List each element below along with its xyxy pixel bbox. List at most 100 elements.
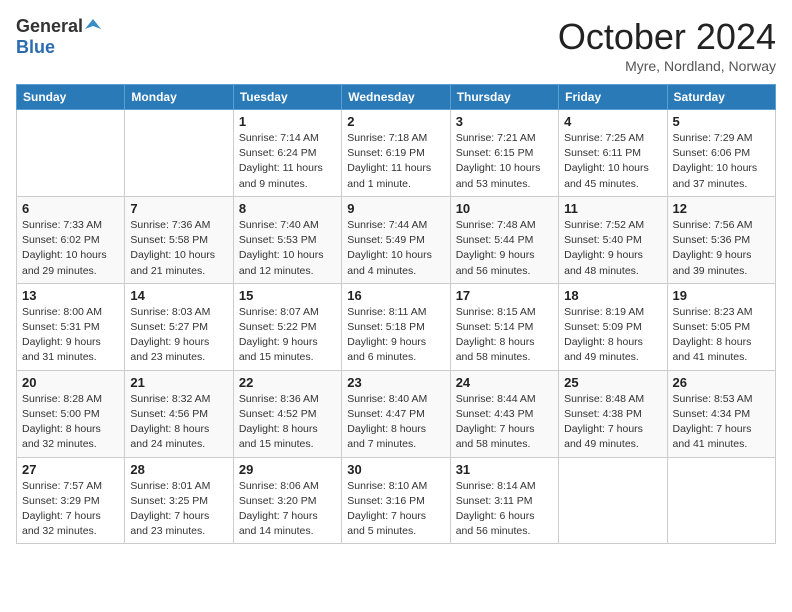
weekday-header-sunday: Sunday	[17, 85, 125, 110]
day-number: 17	[456, 288, 553, 303]
calendar-cell: 2Sunrise: 7:18 AM Sunset: 6:19 PM Daylig…	[342, 110, 450, 197]
day-info: Sunrise: 8:03 AM Sunset: 5:27 PM Dayligh…	[130, 305, 227, 366]
calendar-cell: 5 Sunrise: 7:29 AM Sunset: 6:06 PM Daylig…	[667, 110, 775, 197]
day-number: 22	[239, 375, 336, 390]
day-info: Sunrise: 7:44 AM Sunset: 5:49 PM Dayligh…	[347, 218, 444, 279]
day-number: 11	[564, 201, 661, 216]
day-info: Sunrise: 8:40 AM Sunset: 4:47 PM Dayligh…	[347, 392, 444, 453]
day-info: Sunrise: 8:23 AM Sunset: 5:05 PM Dayligh…	[673, 305, 770, 366]
day-number: 6	[22, 201, 119, 216]
calendar-cell: 9 Sunrise: 7:44 AM Sunset: 5:49 PM Daylig…	[342, 196, 450, 283]
day-info: Sunrise: 7:40 AM Sunset: 5:53 PM Dayligh…	[239, 218, 336, 279]
calendar-cell: 6 Sunrise: 7:33 AM Sunset: 6:02 PM Daylig…	[17, 196, 125, 283]
day-info: Sunrise: 8:36 AM Sunset: 4:52 PM Dayligh…	[239, 392, 336, 453]
day-number: 14	[130, 288, 227, 303]
day-info: Sunrise: 8:07 AM Sunset: 5:22 PM Dayligh…	[239, 305, 336, 366]
calendar-cell: 22 Sunrise: 8:36 AM Sunset: 4:52 PM Dayli…	[233, 370, 341, 457]
calendar-cell: 11 Sunrise: 7:52 AM Sunset: 5:40 PM Dayli…	[559, 196, 667, 283]
calendar-header: SundayMondayTuesdayWednesdayThursdayFrid…	[17, 85, 776, 110]
day-number: 4	[564, 114, 661, 129]
day-info: Sunrise: 7:29 AM Sunset: 6:06 PM Dayligh…	[673, 131, 770, 192]
day-number: 25	[564, 375, 661, 390]
day-info: Sunrise: 7:48 AM Sunset: 5:44 PM Dayligh…	[456, 218, 553, 279]
day-info: Sunrise: 8:53 AM Sunset: 4:34 PM Dayligh…	[673, 392, 770, 453]
day-number: 7	[130, 201, 227, 216]
calendar-cell	[125, 110, 233, 197]
day-number: 1	[239, 114, 336, 129]
day-info: Sunrise: 8:14 AM Sunset: 3:11 PM Dayligh…	[456, 479, 553, 540]
weekday-header-saturday: Saturday	[667, 85, 775, 110]
calendar-cell: 26Sunrise: 8:53 AM Sunset: 4:34 PM Dayli…	[667, 370, 775, 457]
day-number: 5	[673, 114, 770, 129]
calendar-cell: 23 Sunrise: 8:40 AM Sunset: 4:47 PM Dayli…	[342, 370, 450, 457]
calendar-cell: 1 Sunrise: 7:14 AM Sunset: 6:24 PM Daylig…	[233, 110, 341, 197]
logo-blue-text: Blue	[16, 37, 55, 58]
day-number: 3	[456, 114, 553, 129]
day-info: Sunrise: 7:52 AM Sunset: 5:40 PM Dayligh…	[564, 218, 661, 279]
day-info: Sunrise: 7:36 AM Sunset: 5:58 PM Dayligh…	[130, 218, 227, 279]
calendar-cell: 7 Sunrise: 7:36 AM Sunset: 5:58 PM Daylig…	[125, 196, 233, 283]
day-info: Sunrise: 8:01 AM Sunset: 3:25 PM Dayligh…	[130, 479, 227, 540]
month-title: October 2024	[558, 16, 776, 58]
day-info: Sunrise: 7:25 AM Sunset: 6:11 PM Dayligh…	[564, 131, 661, 192]
day-number: 27	[22, 462, 119, 477]
weekday-header-friday: Friday	[559, 85, 667, 110]
day-number: 19	[673, 288, 770, 303]
day-number: 21	[130, 375, 227, 390]
day-number: 2	[347, 114, 444, 129]
day-info: Sunrise: 8:32 AM Sunset: 4:56 PM Dayligh…	[130, 392, 227, 453]
day-number: 13	[22, 288, 119, 303]
calendar-cell: 12Sunrise: 7:56 AM Sunset: 5:36 PM Dayli…	[667, 196, 775, 283]
weekday-header-monday: Monday	[125, 85, 233, 110]
day-info: Sunrise: 8:11 AM Sunset: 5:18 PM Dayligh…	[347, 305, 444, 366]
calendar-cell: 14 Sunrise: 8:03 AM Sunset: 5:27 PM Dayli…	[125, 283, 233, 370]
day-number: 28	[130, 462, 227, 477]
day-number: 23	[347, 375, 444, 390]
day-info: Sunrise: 8:19 AM Sunset: 5:09 PM Dayligh…	[564, 305, 661, 366]
day-number: 31	[456, 462, 553, 477]
weekday-header-tuesday: Tuesday	[233, 85, 341, 110]
page-header: General Blue October 2024 Myre, Nordland…	[16, 16, 776, 74]
day-number: 9	[347, 201, 444, 216]
logo-bird-icon	[85, 17, 101, 33]
calendar-cell: 3Sunrise: 7:21 AM Sunset: 6:15 PM Daylig…	[450, 110, 558, 197]
day-number: 29	[239, 462, 336, 477]
day-number: 30	[347, 462, 444, 477]
calendar-cell: 4 Sunrise: 7:25 AM Sunset: 6:11 PM Daylig…	[559, 110, 667, 197]
day-number: 15	[239, 288, 336, 303]
day-info: Sunrise: 7:33 AM Sunset: 6:02 PM Dayligh…	[22, 218, 119, 279]
calendar-cell: 17 Sunrise: 8:15 AM Sunset: 5:14 PM Dayli…	[450, 283, 558, 370]
weekday-header-thursday: Thursday	[450, 85, 558, 110]
day-info: Sunrise: 8:28 AM Sunset: 5:00 PM Dayligh…	[22, 392, 119, 453]
day-info: Sunrise: 8:06 AM Sunset: 3:20 PM Dayligh…	[239, 479, 336, 540]
day-info: Sunrise: 8:10 AM Sunset: 3:16 PM Dayligh…	[347, 479, 444, 540]
title-block: October 2024 Myre, Nordland, Norway	[558, 16, 776, 74]
day-info: Sunrise: 8:15 AM Sunset: 5:14 PM Dayligh…	[456, 305, 553, 366]
calendar-cell: 8Sunrise: 7:40 AM Sunset: 5:53 PM Daylig…	[233, 196, 341, 283]
day-number: 10	[456, 201, 553, 216]
calendar-cell: 21 Sunrise: 8:32 AM Sunset: 4:56 PM Dayli…	[125, 370, 233, 457]
logo-general-text: General	[16, 16, 83, 37]
calendar-cell: 27 Sunrise: 7:57 AM Sunset: 3:29 PM Dayli…	[17, 457, 125, 544]
calendar-table: SundayMondayTuesdayWednesdayThursdayFrid…	[16, 84, 776, 544]
calendar-cell: 10 Sunrise: 7:48 AM Sunset: 5:44 PM Dayli…	[450, 196, 558, 283]
calendar-cell: 15 Sunrise: 8:07 AM Sunset: 5:22 PM Dayli…	[233, 283, 341, 370]
calendar-cell: 28 Sunrise: 8:01 AM Sunset: 3:25 PM Dayli…	[125, 457, 233, 544]
day-info: Sunrise: 7:56 AM Sunset: 5:36 PM Dayligh…	[673, 218, 770, 279]
day-number: 24	[456, 375, 553, 390]
day-info: Sunrise: 7:14 AM Sunset: 6:24 PM Dayligh…	[239, 131, 336, 192]
day-number: 18	[564, 288, 661, 303]
calendar-cell: 25 Sunrise: 8:48 AM Sunset: 4:38 PM Dayli…	[559, 370, 667, 457]
location-text: Myre, Nordland, Norway	[558, 58, 776, 74]
calendar-cell: 20Sunrise: 8:28 AM Sunset: 5:00 PM Dayli…	[17, 370, 125, 457]
calendar-cell: 29 Sunrise: 8:06 AM Sunset: 3:20 PM Dayli…	[233, 457, 341, 544]
calendar-cell	[17, 110, 125, 197]
calendar-cell: 31 Sunrise: 8:14 AM Sunset: 3:11 PM Dayli…	[450, 457, 558, 544]
day-info: Sunrise: 7:57 AM Sunset: 3:29 PM Dayligh…	[22, 479, 119, 540]
day-info: Sunrise: 8:00 AM Sunset: 5:31 PM Dayligh…	[22, 305, 119, 366]
calendar-cell	[559, 457, 667, 544]
day-info: Sunrise: 8:48 AM Sunset: 4:38 PM Dayligh…	[564, 392, 661, 453]
calendar-cell: 16Sunrise: 8:11 AM Sunset: 5:18 PM Dayli…	[342, 283, 450, 370]
calendar-cell: 18 Sunrise: 8:19 AM Sunset: 5:09 PM Dayli…	[559, 283, 667, 370]
logo: General Blue	[16, 16, 101, 58]
